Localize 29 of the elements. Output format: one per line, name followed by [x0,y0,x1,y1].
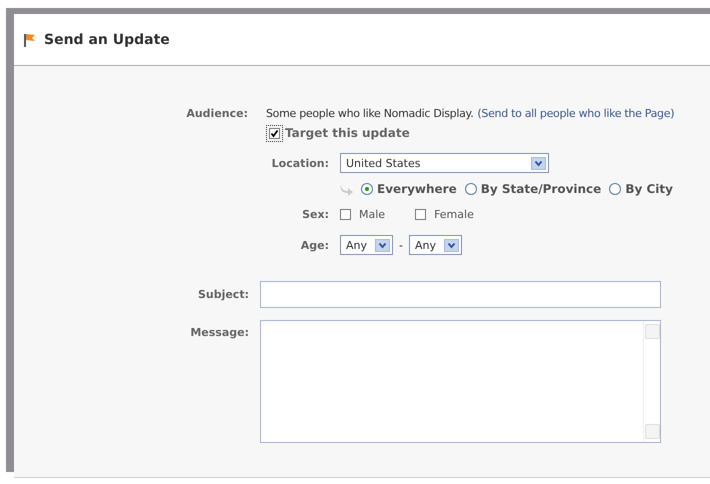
radio-button[interactable] [361,183,373,195]
audience-text: Some people who like Nomadic Display. [266,107,474,120]
message-field[interactable] [260,320,661,443]
field-label: Message: [189,326,249,339]
checkbox-label: Female [434,208,474,220]
radio-label: By City [625,182,673,196]
panel-title: Send an Update [44,32,170,48]
radio-label: By State/Province [480,182,602,196]
radio-button[interactable] [609,183,622,195]
check-icon [270,128,279,138]
checkbox-label: Male [359,208,386,220]
field-label: Location: [270,156,329,170]
field-label: Age: [300,238,329,252]
field-label: Audience: [185,107,248,120]
location-dropdown[interactable]: United States [340,153,549,173]
radio-label: Everywhere [377,182,457,196]
checkbox[interactable] [340,208,351,220]
radio-button[interactable] [464,183,477,195]
age-dropdown[interactable]: Any [408,235,462,255]
checkbox-label: Target this update [285,126,410,140]
flag-icon [22,32,36,48]
send-to-all-link[interactable]: (Send to all people who like the Page) [477,107,674,120]
range-separator: - [399,238,403,252]
field-label: Subject: [196,288,249,301]
field-label: Sex: [301,208,329,220]
scrollbar[interactable] [643,321,660,442]
subject-field[interactable] [260,281,661,308]
checkbox[interactable] [415,208,426,220]
age-dropdown[interactable]: Any [340,235,393,255]
